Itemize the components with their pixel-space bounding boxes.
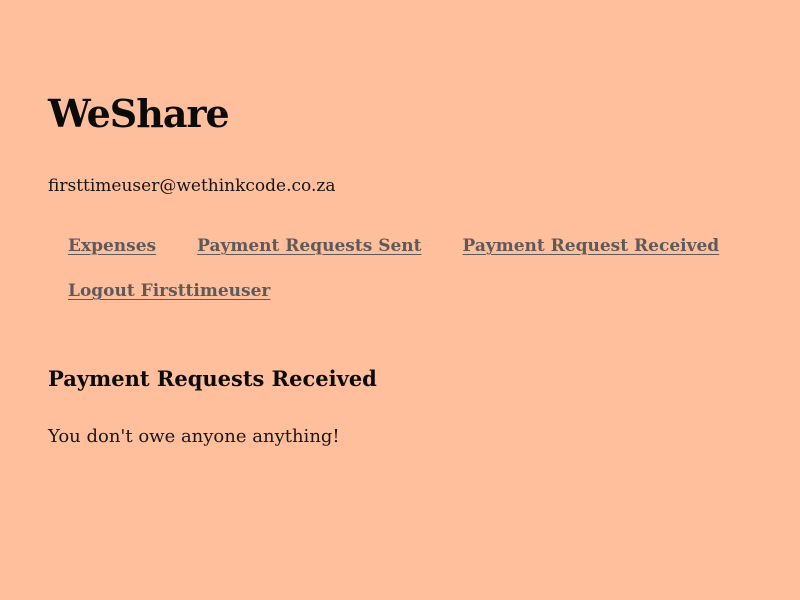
weshare-page: WeShare firsttimeuser@wethinkcode.co.za …	[0, 0, 800, 600]
nav-expenses-link[interactable]: Expenses	[68, 233, 156, 259]
app-title: WeShare	[48, 91, 230, 136]
main-navigation: Expenses Payment Requests Sent Payment R…	[68, 232, 748, 322]
primary-nav-row: Expenses Payment Requests Sent Payment R…	[68, 232, 748, 260]
user-email: firsttimeuser@wethinkcode.co.za	[48, 176, 336, 196]
nav-payment-requests-sent-link[interactable]: Payment Requests Sent	[197, 233, 421, 259]
section-title: Payment Requests Received	[48, 366, 377, 391]
nav-payment-request-received-link[interactable]: Payment Request Received	[463, 233, 720, 259]
logout-link[interactable]: Logout Firsttimeuser	[68, 278, 270, 304]
empty-state-message: You don't owe anyone anything!	[48, 426, 340, 447]
account-nav-row: Logout Firsttimeuser	[68, 277, 748, 305]
